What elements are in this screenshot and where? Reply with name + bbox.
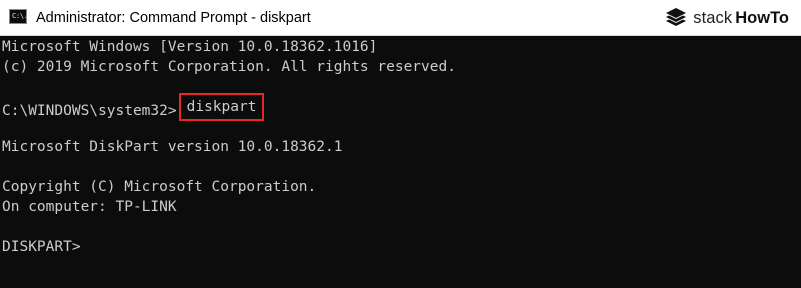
stack-layers-icon <box>666 8 687 26</box>
command-prompt-window: C:\. Administrator: Command Prompt - dis… <box>0 0 801 288</box>
prompt-line: C:\WINDOWS\system32> diskpart <box>2 93 801 121</box>
console-line: Microsoft DiskPart version 10.0.18362.1 <box>2 139 343 155</box>
diskpart-prompt[interactable]: DISKPART> <box>2 237 801 257</box>
prompt-path: C:\WINDOWS\system32> <box>2 103 177 119</box>
highlighted-command: diskpart <box>178 93 265 121</box>
brand-name-howto: HowTo <box>735 8 789 27</box>
cmd-app-icon-label: C:\. <box>12 12 28 20</box>
brand-name-stack: stack <box>693 8 733 27</box>
window-title: Administrator: Command Prompt - diskpart <box>36 10 311 26</box>
cmd-app-icon[interactable]: C:\. <box>9 9 28 24</box>
title-bar[interactable]: C:\. Administrator: Command Prompt - dis… <box>0 0 801 36</box>
console-line: Copyright (C) Microsoft Corporation. <box>2 179 317 195</box>
console-line: (c) 2019 Microsoft Corporation. All righ… <box>2 59 456 75</box>
console-line: Microsoft Windows [Version 10.0.18362.10… <box>2 39 378 55</box>
console-output[interactable]: Microsoft Windows [Version 10.0.18362.10… <box>0 36 801 288</box>
stackhowto-watermark: stack HowTo <box>664 6 789 30</box>
console-line: On computer: TP-LINK <box>2 199 177 215</box>
